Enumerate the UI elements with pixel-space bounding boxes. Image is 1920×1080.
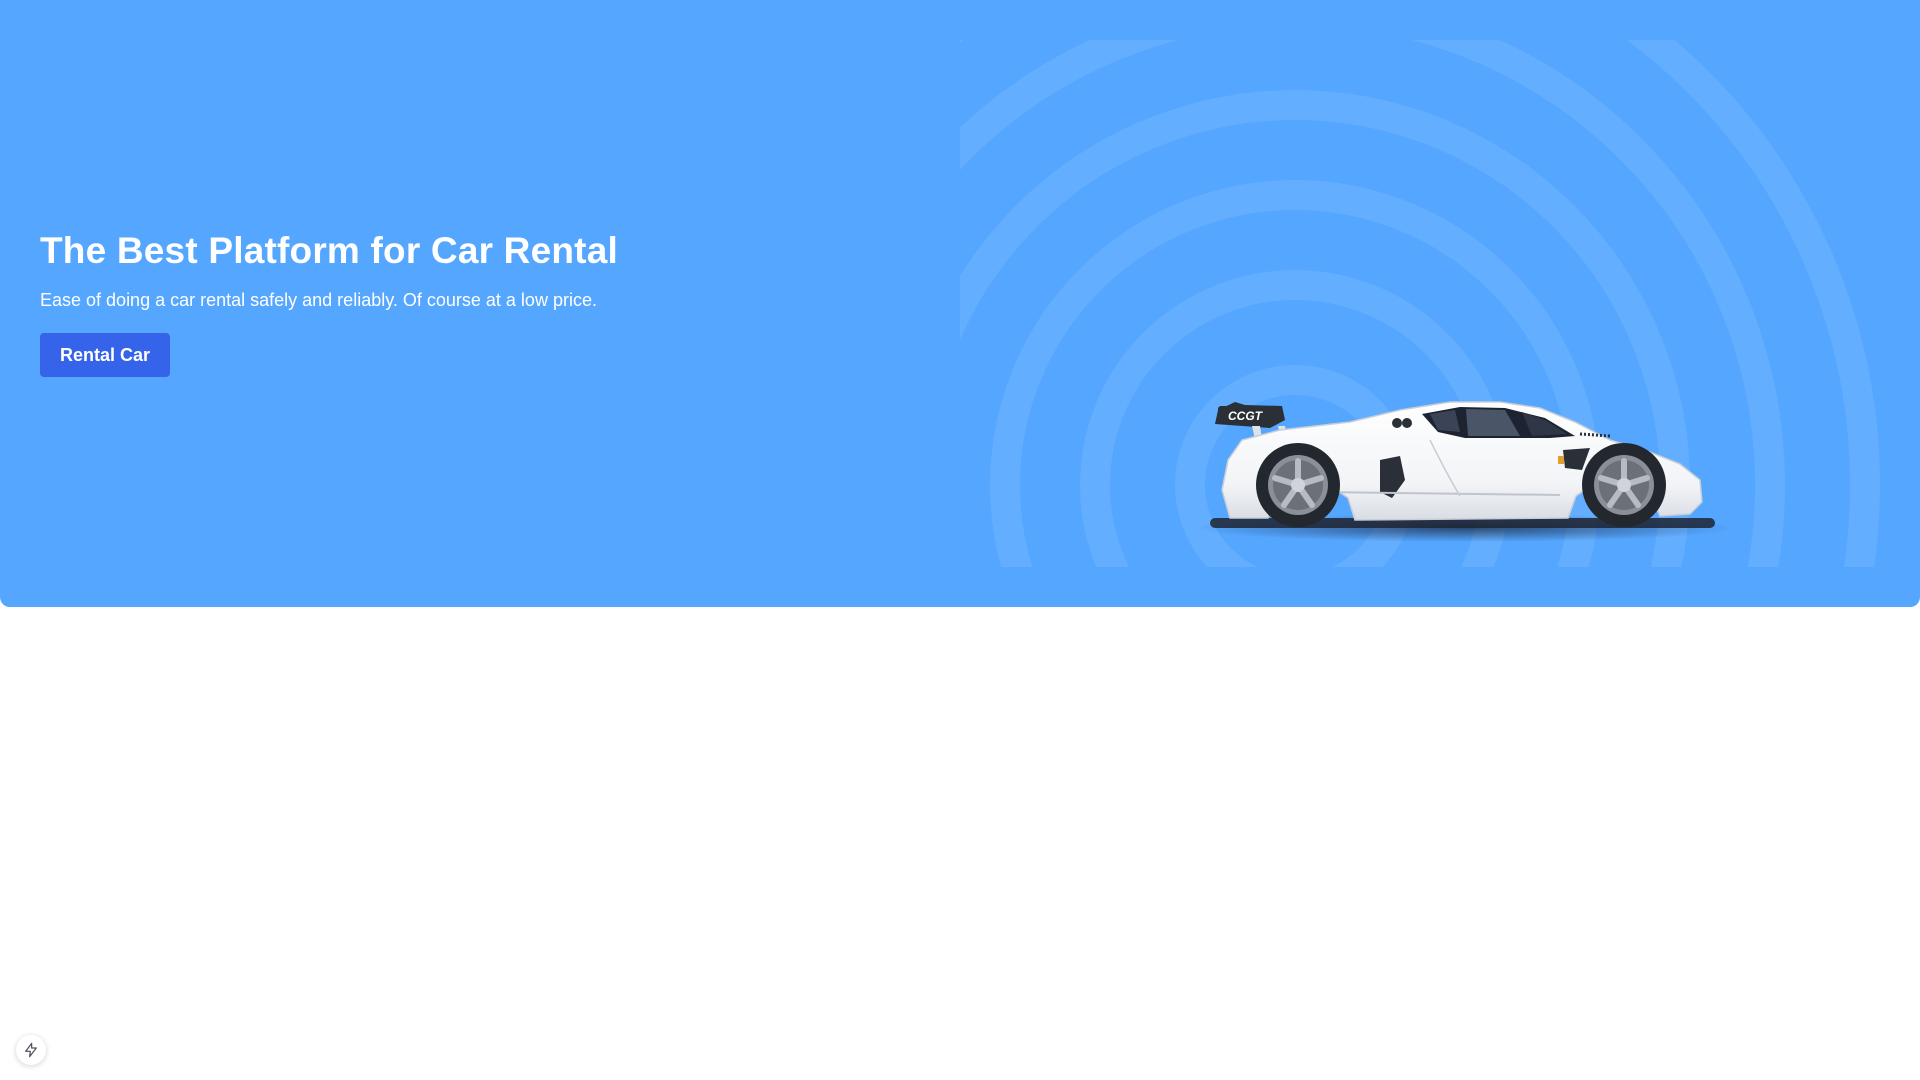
hero-title: The Best Platform for Car Rental — [40, 230, 618, 271]
front-wheel — [1582, 443, 1666, 527]
hero-subtitle: Ease of doing a car rental safely and re… — [40, 290, 597, 310]
sports-car-image: CCGT — [1195, 401, 1735, 542]
rear-wheel — [1256, 443, 1340, 527]
floating-action-button[interactable] — [16, 1035, 46, 1065]
lightning-icon — [25, 1042, 37, 1058]
car-badge: CCGT — [1228, 409, 1264, 423]
rental-car-button[interactable]: Rental Car — [40, 333, 171, 377]
hero-banner: The Best Platform for Car Rental Ease of… — [0, 0, 1920, 607]
hero-illustration: CCGT — [960, 40, 1880, 567]
hero-content: The Best Platform for Car Rental Ease of… — [40, 225, 940, 377]
